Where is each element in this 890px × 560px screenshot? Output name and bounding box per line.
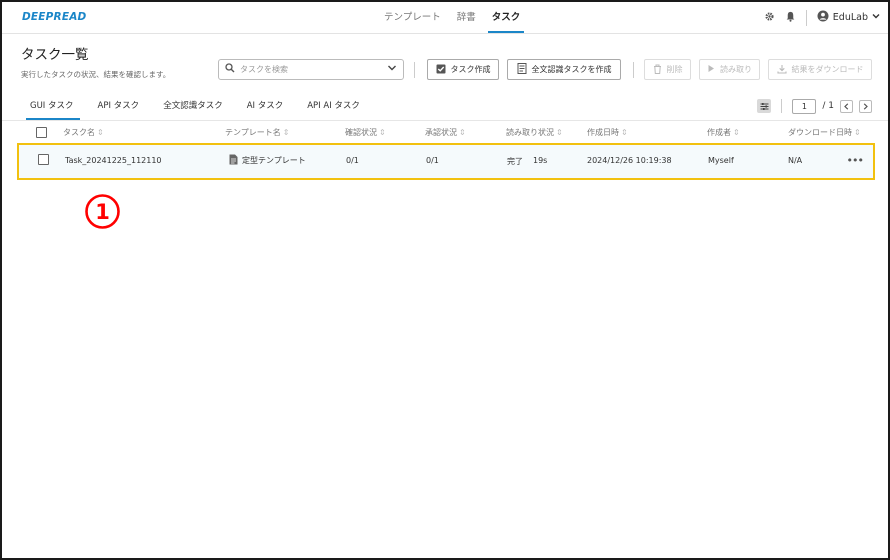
sort-icon[interactable]: ⇕	[621, 128, 628, 137]
document-icon	[229, 154, 238, 167]
column-header-creator[interactable]: 作成者 ⇕	[707, 127, 740, 138]
chevron-left-icon	[844, 102, 849, 110]
prev-page-button[interactable]	[840, 99, 853, 113]
downloaded-cell: N/A	[788, 156, 803, 165]
tab-api-ai-task[interactable]: API AI タスク	[295, 94, 372, 120]
column-header-created[interactable]: 作成日時 ⇕	[587, 127, 628, 138]
chevron-down-icon[interactable]	[387, 63, 397, 76]
sort-icon[interactable]: ⇕	[459, 128, 466, 137]
sort-icon[interactable]: ⇕	[733, 128, 740, 137]
confirm-status-cell: 0/1	[346, 156, 359, 165]
search-icon	[225, 63, 235, 76]
nav-tabs: テンプレート 辞書 タスク	[376, 2, 528, 33]
template-name-text: 定型テンプレート	[242, 156, 306, 165]
sort-icon[interactable]: ⇕	[283, 128, 290, 137]
create-task-button[interactable]: タスク作成	[427, 59, 499, 80]
page-total: / 1	[822, 101, 834, 111]
svg-text:1: 1	[95, 200, 110, 224]
nav-divider	[805, 9, 807, 26]
toolbar-divider	[414, 62, 415, 78]
tab-gui-task[interactable]: GUI タスク	[20, 94, 86, 120]
nav-tab-task[interactable]: タスク	[484, 2, 529, 33]
search-input[interactable]: タスクを検索	[218, 59, 404, 80]
table-row[interactable]: Task_20241225_112110 定型テンプレート 0/1 0/1 完了…	[17, 143, 875, 180]
create-fulltext-task-label: 全文認識タスクを作成	[531, 65, 612, 74]
play-icon	[707, 64, 715, 75]
top-nav: DEEPREAD テンプレート 辞書 タスク EduLab	[2, 2, 888, 34]
nav-tab-template[interactable]: テンプレート	[376, 2, 449, 33]
task-name-cell[interactable]: Task_20241225_112110	[65, 156, 162, 165]
nav-right: EduLab	[764, 2, 880, 33]
sort-icon[interactable]: ⇕	[854, 128, 861, 137]
nav-tab-dictionary[interactable]: 辞書	[449, 2, 484, 33]
task-type-tabs: GUI タスク API タスク 全文認識タスク AI タスク API AI タス…	[20, 94, 372, 120]
sort-icon[interactable]: ⇕	[556, 128, 563, 137]
page-number-input[interactable]: 1	[792, 98, 817, 114]
create-task-label: タスク作成	[450, 65, 491, 74]
read-status-cell: 完了	[507, 157, 523, 166]
toolbar-divider	[633, 62, 634, 78]
search-placeholder: タスクを検索	[240, 65, 288, 74]
tab-api-task[interactable]: API タスク	[86, 94, 152, 120]
download-icon	[776, 64, 787, 76]
bell-icon[interactable]	[785, 11, 796, 25]
created-cell: 2024/12/26 10:19:38	[587, 156, 672, 165]
tabs-divider	[2, 120, 888, 121]
sort-icon[interactable]: ⇕	[97, 128, 104, 137]
column-header-downloaded[interactable]: ダウンロード日時 ⇕	[788, 127, 861, 138]
read-label: 読み取り	[720, 65, 752, 74]
page-subtitle: 実行したタスクの状況、結果を確認します。	[21, 70, 171, 79]
document-scan-icon	[517, 63, 527, 76]
column-header-approve-status[interactable]: 承認状況 ⇕	[425, 127, 466, 138]
table-header: タスク名 ⇕ テンプレート名 ⇕ 確認状況 ⇕ 承認状況 ⇕ 読み取り状況 ⇕ 作成日時 ⇕…	[2, 124, 888, 142]
create-fulltext-task-button[interactable]: 全文認識タスクを作成	[507, 59, 621, 80]
filter-icon[interactable]	[757, 99, 772, 113]
app-window: DEEPREAD テンプレート 辞書 タスク EduLab タスク一覧 実行した…	[0, 0, 890, 560]
app-logo[interactable]: DEEPREAD	[22, 11, 86, 23]
annotation-marker: 1	[85, 194, 120, 229]
chevron-down-icon	[872, 12, 880, 23]
download-results-label: 結果をダウンロード	[791, 65, 864, 74]
checkbox-check-icon	[436, 64, 446, 76]
gear-icon[interactable]	[764, 11, 775, 25]
chevron-right-icon	[863, 102, 868, 110]
approve-status-cell: 0/1	[426, 156, 439, 165]
user-menu[interactable]: EduLab	[817, 10, 880, 25]
pager-divider	[781, 99, 783, 113]
select-all-checkbox[interactable]	[36, 127, 47, 138]
template-name-cell: 定型テンプレート	[229, 154, 306, 167]
download-results-button[interactable]: 結果をダウンロード	[768, 59, 872, 80]
tab-fulltext-task[interactable]: 全文認識タスク	[151, 94, 235, 120]
next-page-button[interactable]	[859, 99, 872, 113]
pagination: 1 / 1	[757, 98, 872, 114]
tab-ai-task[interactable]: AI タスク	[235, 94, 296, 120]
page-title: タスク一覧	[21, 47, 89, 63]
column-header-task-name[interactable]: タスク名 ⇕	[63, 127, 104, 138]
user-circle-icon	[817, 10, 829, 25]
user-name: EduLab	[832, 12, 868, 23]
column-header-confirm-status[interactable]: 確認状況 ⇕	[345, 127, 386, 138]
read-button[interactable]: 読み取り	[699, 59, 760, 80]
creator-cell: Myself	[708, 156, 734, 165]
trash-icon	[653, 64, 662, 76]
delete-label: 削除	[666, 65, 683, 74]
delete-button[interactable]: 削除	[644, 59, 691, 80]
column-header-read-status[interactable]: 読み取り状況 ⇕	[506, 127, 563, 138]
sort-icon[interactable]: ⇕	[379, 128, 386, 137]
row-checkbox[interactable]	[38, 154, 49, 165]
read-time-cell: 19s	[533, 156, 548, 165]
column-header-template-name[interactable]: テンプレート名 ⇕	[225, 127, 289, 138]
more-icon[interactable]: •••	[847, 154, 864, 167]
